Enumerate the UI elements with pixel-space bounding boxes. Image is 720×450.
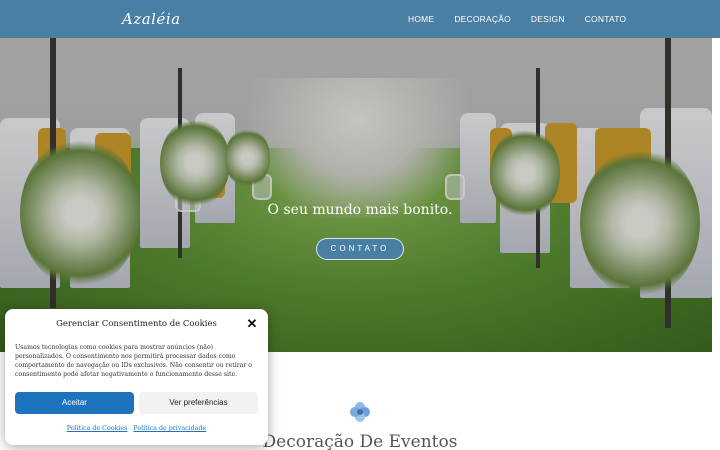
- nav-home[interactable]: HOME: [408, 14, 434, 24]
- cookie-title: Gerenciar Consentimento de Cookies: [56, 319, 217, 329]
- nav-decoracao[interactable]: DECORAÇÃO: [454, 14, 511, 24]
- privacy-policy-link[interactable]: Política de privacidade: [133, 425, 206, 432]
- nav-contato[interactable]: CONTATO: [585, 14, 627, 24]
- close-icon[interactable]: ✕: [246, 317, 258, 330]
- nav-design[interactable]: DESIGN: [531, 14, 565, 24]
- logo[interactable]: Azaléia: [122, 4, 180, 34]
- cookie-links: Política de Cookies Política de privacid…: [5, 425, 268, 432]
- main-nav: HOME DECORAÇÃO DESIGN CONTATO: [408, 0, 626, 38]
- flower-icon: [349, 401, 371, 423]
- cookie-policy-link[interactable]: Política de Cookies: [67, 425, 128, 432]
- contact-button[interactable]: CONTATO: [316, 238, 404, 260]
- site-header: Azaléia HOME DECORAÇÃO DESIGN CONTATO: [0, 0, 720, 38]
- accept-button[interactable]: Aceitar: [15, 392, 134, 414]
- cookie-text: Usamos tecnologias como cookies para mos…: [15, 344, 253, 378]
- preferences-button[interactable]: Ver preferências: [139, 392, 258, 414]
- hero-overlay: [0, 38, 712, 352]
- hero-tagline: O seu mundo mais bonito.: [267, 202, 453, 218]
- cookie-consent-dialog: Gerenciar Consentimento de Cookies ✕ Usa…: [5, 309, 268, 445]
- hero-image: [0, 38, 712, 352]
